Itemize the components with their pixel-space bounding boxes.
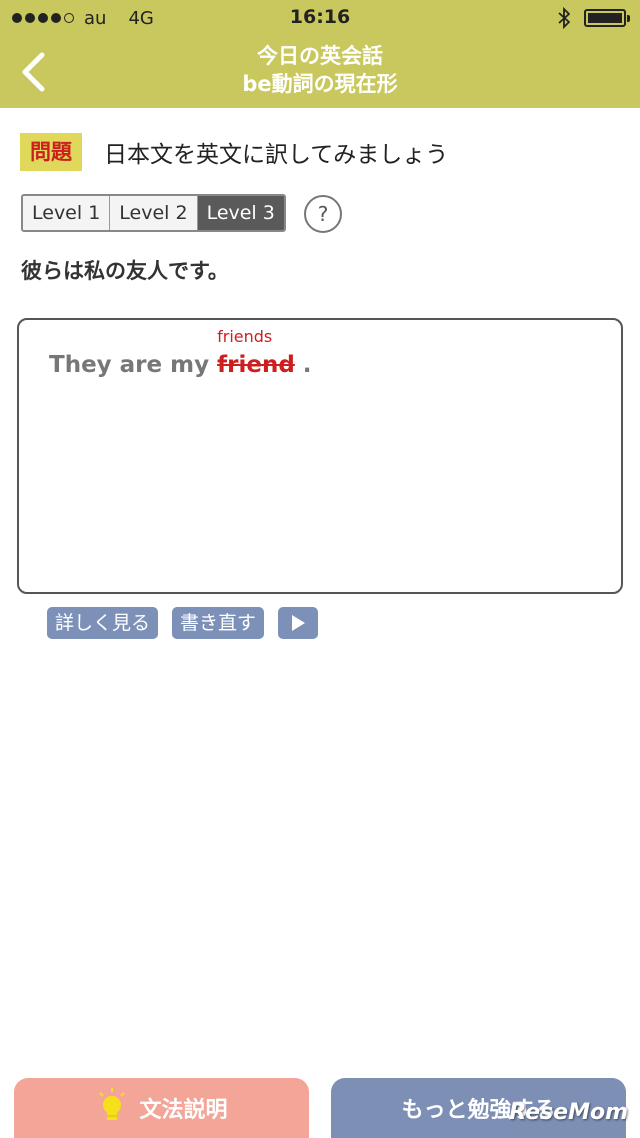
help-button[interactable]: ? <box>304 195 342 233</box>
level-3-tab[interactable]: Level 3 <box>197 196 284 230</box>
incorrect-word: friends friend <box>217 327 295 378</box>
answer-text: They are my friends friend . <box>49 327 312 378</box>
signal-strength-icon <box>12 13 74 23</box>
header-bar: au 4G 16:16 今日の英会話 be動詞の現在形 <box>0 0 640 108</box>
chevron-left-icon <box>22 52 45 92</box>
level-1-tab[interactable]: Level 1 <box>23 196 111 230</box>
incorrect-word-text: friend <box>217 352 295 378</box>
carrier-label: au <box>84 7 107 29</box>
page-title-line2: be動詞の現在形 <box>242 72 398 96</box>
answer-prefix: They are my <box>49 352 210 378</box>
play-icon <box>292 615 306 631</box>
japanese-sentence: 彼らは私の友人です。 <box>21 259 229 283</box>
page-title: 今日の英会話 be動詞の現在形 <box>120 42 520 98</box>
battery-icon <box>584 9 630 27</box>
answer-box[interactable]: They are my friends friend . <box>17 318 623 594</box>
back-button[interactable] <box>8 46 58 98</box>
network-type-label: 4G <box>128 7 154 29</box>
page-title-line1: 今日の英会話 <box>257 44 383 68</box>
details-button[interactable]: 詳しく見る <box>47 607 159 639</box>
grammar-explanation-button[interactable]: 文法説明 <box>14 1078 309 1138</box>
grammar-explanation-label: 文法説明 <box>139 1098 228 1123</box>
rewrite-button[interactable]: 書き直す <box>172 607 265 639</box>
status-bar: au 4G <box>0 0 640 36</box>
answer-actions: 詳しく見る 書き直す <box>47 607 319 639</box>
correction-text: friends <box>217 327 273 346</box>
bluetooth-icon <box>558 7 570 29</box>
play-button[interactable] <box>278 607 319 639</box>
question-badge: 問題 <box>20 133 82 171</box>
lightbulb-icon <box>99 1088 126 1120</box>
answer-suffix: . <box>302 352 312 378</box>
question-instruction: 日本文を英文に訳してみましょう <box>104 142 449 168</box>
question-header: 問題 日本文を英文に訳してみましょう <box>20 133 448 171</box>
level-2-tab[interactable]: Level 2 <box>110 196 198 230</box>
watermark-logo: ReseMom <box>509 1100 628 1125</box>
status-right-icons <box>558 7 630 29</box>
level-selector: Level 1 Level 2 Level 3 <box>21 194 286 232</box>
